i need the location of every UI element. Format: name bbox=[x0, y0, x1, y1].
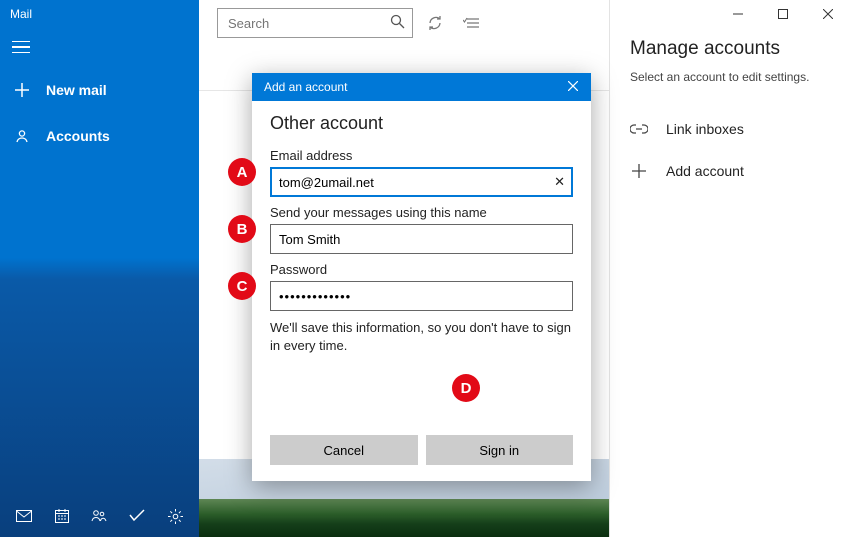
add-account-button[interactable]: Add account bbox=[610, 150, 850, 192]
password-field[interactable] bbox=[270, 281, 573, 311]
annotation-c: C bbox=[228, 272, 256, 300]
mail-app: Mail New mail Accounts bbox=[0, 0, 850, 537]
new-mail-label: New mail bbox=[46, 82, 107, 98]
dialog-heading: Other account bbox=[270, 113, 573, 134]
sync-icon[interactable] bbox=[421, 9, 449, 37]
sidebar: Mail New mail Accounts bbox=[0, 0, 199, 537]
close-button[interactable] bbox=[805, 0, 850, 28]
dialog-button-row: Cancel Sign in bbox=[252, 425, 591, 481]
accounts-label: Accounts bbox=[46, 128, 110, 144]
annotation-b: B bbox=[228, 215, 256, 243]
new-mail-button[interactable]: New mail bbox=[0, 72, 199, 108]
window-controls bbox=[715, 0, 850, 28]
settings-gear-icon[interactable] bbox=[157, 498, 193, 534]
dialog-close-button[interactable] bbox=[563, 80, 583, 94]
mail-icon[interactable] bbox=[6, 498, 42, 534]
sidebar-bottom-bar bbox=[0, 495, 199, 537]
password-label: Password bbox=[270, 262, 573, 277]
link-icon bbox=[630, 120, 648, 138]
add-account-dialog: Add an account Other account Email addre… bbox=[252, 73, 591, 481]
annotation-d: D bbox=[452, 374, 480, 402]
add-account-label: Add account bbox=[666, 163, 744, 179]
dialog-body: Other account Email address ✕ Send your … bbox=[252, 101, 591, 371]
sign-in-button[interactable]: Sign in bbox=[426, 435, 574, 465]
link-inboxes-button[interactable]: Link inboxes bbox=[610, 108, 850, 150]
plus-icon bbox=[14, 82, 30, 98]
dialog-titlebar: Add an account bbox=[252, 73, 591, 101]
app-title: Mail bbox=[0, 0, 199, 28]
minimize-button[interactable] bbox=[715, 0, 760, 28]
cancel-button[interactable]: Cancel bbox=[270, 435, 418, 465]
hamburger-menu-button[interactable] bbox=[12, 36, 34, 58]
center-toolbar bbox=[199, 0, 609, 46]
link-inboxes-label: Link inboxes bbox=[666, 121, 744, 137]
save-note: We'll save this information, so you don'… bbox=[270, 319, 573, 355]
person-icon bbox=[14, 128, 30, 144]
dialog-title: Add an account bbox=[264, 80, 347, 94]
display-name-field[interactable] bbox=[270, 224, 573, 254]
email-label: Email address bbox=[270, 148, 573, 163]
maximize-button[interactable] bbox=[760, 0, 805, 28]
manage-accounts-subtitle: Select an account to edit settings. bbox=[610, 66, 850, 108]
todo-icon[interactable] bbox=[119, 498, 155, 534]
clear-input-button[interactable]: ✕ bbox=[554, 174, 565, 190]
search-icon[interactable] bbox=[390, 14, 405, 32]
sidebar-item-accounts[interactable]: Accounts bbox=[0, 118, 199, 154]
display-name-label: Send your messages using this name bbox=[270, 205, 573, 220]
filter-icon[interactable] bbox=[457, 9, 485, 37]
email-field[interactable] bbox=[270, 167, 573, 197]
manage-accounts-panel: Manage accounts Select an account to edi… bbox=[610, 0, 850, 537]
people-icon[interactable] bbox=[82, 498, 118, 534]
annotation-a: A bbox=[228, 158, 256, 186]
calendar-icon[interactable] bbox=[44, 498, 80, 534]
search-box[interactable] bbox=[217, 8, 413, 38]
plus-icon bbox=[630, 162, 648, 180]
search-input[interactable] bbox=[217, 8, 413, 38]
